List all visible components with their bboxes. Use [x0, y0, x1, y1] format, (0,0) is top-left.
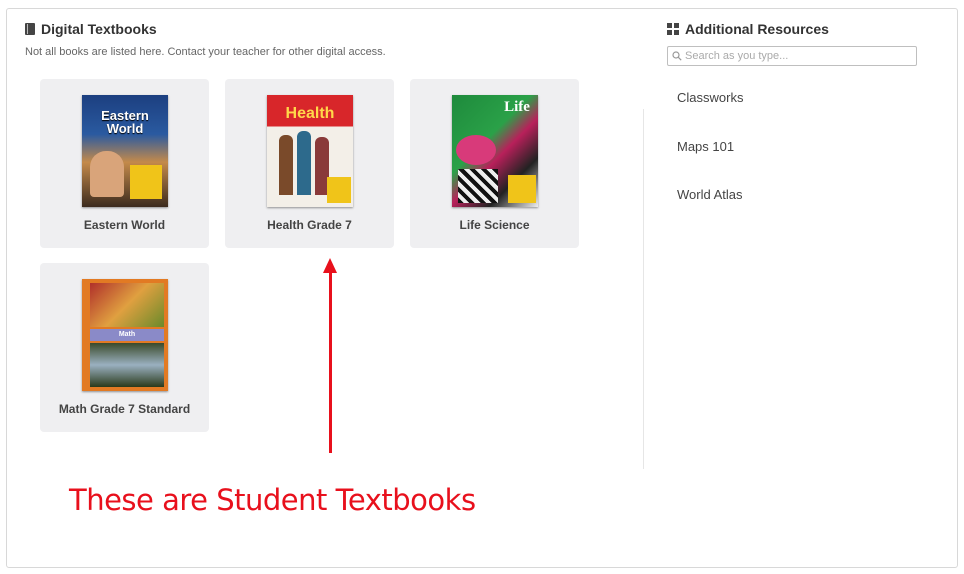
grid-icon: [667, 23, 679, 35]
book-label-life-science: Life Science: [459, 218, 530, 232]
annotation-caption: These are Student Textbooks: [69, 483, 476, 517]
digital-textbooks-header: Digital Textbooks: [25, 21, 157, 37]
book-label-health-grade-7: Health Grade 7: [267, 218, 352, 232]
additional-resources-section: Additional Resources Classworks Maps 101…: [667, 9, 957, 567]
search-icon: [672, 51, 682, 61]
book-cover-health-grade-7: Health: [267, 95, 353, 207]
book-label-eastern-world: Eastern World: [83, 218, 166, 232]
main-panel: Digital Textbooks Not all books are list…: [6, 8, 958, 568]
book-card-health-grade-7[interactable]: Health Health Grade 7: [225, 79, 394, 248]
book-cover-eastern-world: Eastern World: [82, 95, 168, 207]
resource-link-classworks[interactable]: Classworks: [677, 90, 743, 105]
resource-link-world-atlas[interactable]: World Atlas: [677, 187, 743, 202]
digital-textbooks-section: Digital Textbooks Not all books are list…: [7, 9, 647, 567]
column-divider: [643, 109, 644, 469]
annotation-arrow-line: [329, 271, 332, 453]
digital-textbooks-title: Digital Textbooks: [41, 21, 157, 37]
cover-title-life: Life: [504, 99, 530, 115]
additional-resources-title: Additional Resources: [685, 21, 829, 37]
cover-title-math: Math: [90, 329, 164, 341]
resource-link-maps-101[interactable]: Maps 101: [677, 139, 734, 154]
additional-resources-header: Additional Resources: [667, 21, 829, 37]
book-card-math-grade-7-standard[interactable]: Math Math Grade 7 Standard: [40, 263, 209, 432]
digital-textbooks-subtitle: Not all books are listed here. Contact y…: [25, 46, 386, 58]
book-icon: [25, 23, 35, 35]
cover-title-eastern-world: Eastern World: [101, 108, 149, 136]
book-cover-math-grade-7: Math: [82, 279, 168, 391]
book-card-eastern-world[interactable]: Eastern World Eastern World: [40, 79, 209, 248]
book-label-math-grade-7-standard: Math Grade 7 Standard: [58, 402, 191, 416]
resource-search-box[interactable]: [667, 46, 917, 66]
resource-search-input[interactable]: [685, 50, 905, 62]
book-card-life-science[interactable]: Life Life Science: [410, 79, 579, 248]
book-cover-life-science: Life: [452, 95, 538, 207]
cover-title-health: Health: [285, 105, 335, 122]
